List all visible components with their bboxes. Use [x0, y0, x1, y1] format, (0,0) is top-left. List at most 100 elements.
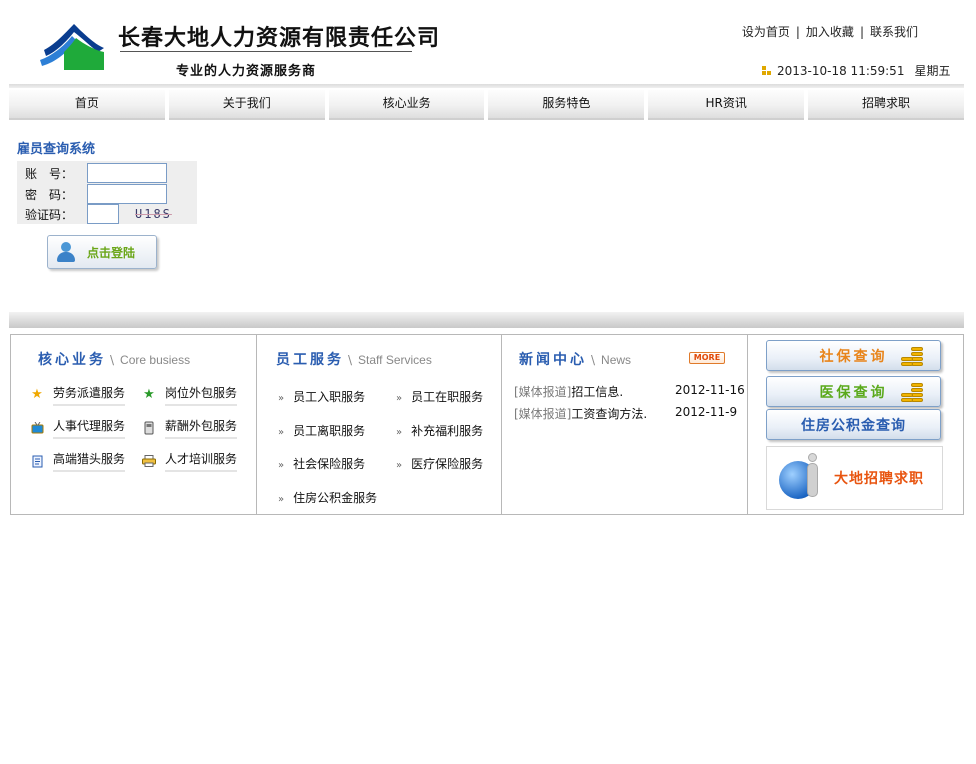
double-chevron-icon: » — [278, 393, 285, 404]
double-chevron-icon: » — [278, 494, 285, 505]
double-chevron-icon: » — [396, 393, 403, 404]
captcha-image[interactable]: U18S — [135, 207, 172, 221]
nav-about-us[interactable]: 关于我们 — [168, 90, 325, 120]
core-item-talent-training[interactable]: 人才培训服务 — [142, 450, 238, 472]
staff-item-housing-fund[interactable]: » 住房公积金服务 — [278, 489, 377, 506]
quick-links-panel: 社保查询 医保查询 住房公积金查询 大地招聘求职 — [748, 335, 963, 514]
nav-core-business[interactable]: 核心业务 — [328, 90, 485, 120]
staff-services-panel: 员工服务 \ Staff Services » 员工入职服务 » 员工在职服务 » 员… — [257, 335, 502, 514]
housing-fund-query-button[interactable]: 住房公积金查询 — [766, 409, 941, 440]
news-date: 2012-11-16 — [675, 383, 745, 397]
staff-services-subtitle: Staff Services — [358, 353, 432, 367]
news-title-link[interactable]: 工资查询方法. — [571, 405, 647, 422]
housing-fund-query-label: 住房公积金查询 — [801, 417, 906, 434]
core-business-title: 核心业务 — [38, 352, 106, 368]
password-label: 密 码： — [25, 187, 74, 202]
core-item-salary-outsourcing[interactable]: 薪酬外包服务 — [142, 417, 238, 439]
section-divider — [9, 312, 964, 328]
set-homepage-link[interactable]: 设为首页 — [742, 25, 790, 39]
core-item-label: 人才培训服务 — [165, 450, 238, 472]
heading-slash: \ — [348, 353, 353, 367]
staff-services-title: 员工服务 — [276, 352, 344, 368]
news-panel: 新闻中心 \ News MORE [媒体报道] 招工信息. 2012-11-16… — [502, 335, 748, 514]
login-button-label: 点击登陆 — [87, 245, 136, 260]
staff-item-label: 补充福利服务 — [411, 424, 484, 438]
account-input[interactable] — [87, 163, 167, 183]
company-name: 长春大地人力资源有限责任公司 — [118, 26, 441, 51]
password-input[interactable] — [87, 184, 167, 204]
company-logo — [40, 24, 104, 70]
nav-home[interactable]: 首页 — [9, 90, 165, 120]
staff-item-medical-insurance[interactable]: » 医疗保险服务 — [396, 455, 483, 472]
star-icon: ★ — [31, 387, 43, 402]
account-label: 账 号： — [25, 166, 74, 181]
header-rule — [9, 84, 964, 88]
medical-insurance-query-label: 医保查询 — [819, 384, 888, 401]
core-item-job-outsourcing[interactable]: ★ 岗位外包服务 — [142, 384, 238, 406]
tv-icon — [30, 421, 44, 435]
core-business-panel: 核心业务 \ Core busiess ★ 劳务派遣服务 ★ 岗位外包服务 人事… — [11, 335, 257, 514]
info-panels: 核心业务 \ Core busiess ★ 劳务派遣服务 ★ 岗位外包服务 人事… — [10, 334, 964, 515]
login-form: 账 号： 密 码： 验证码： U18S — [17, 161, 197, 224]
password-row: 密 码： — [25, 184, 167, 204]
contact-us-link[interactable]: 联系我们 — [870, 25, 918, 39]
nav-recruitment[interactable]: 招聘求职 — [808, 90, 964, 120]
account-row: 账 号： — [25, 163, 167, 183]
nav-service-features[interactable]: 服务特色 — [488, 90, 645, 120]
core-item-personnel-agency[interactable]: 人事代理服务 — [30, 417, 126, 439]
core-item-label: 薪酬外包服务 — [165, 417, 238, 439]
login-button[interactable]: 点击登陆 — [47, 235, 157, 269]
core-business-heading: 核心业务 \ Core busiess — [38, 349, 190, 369]
staff-item-on-job[interactable]: » 员工在职服务 — [396, 388, 483, 405]
news-tag: [媒体报道] — [514, 385, 572, 399]
staff-item-supplementary-welfare[interactable]: » 补充福利服务 — [396, 422, 483, 439]
double-chevron-icon: » — [396, 427, 403, 438]
core-item-labor-dispatch[interactable]: ★ 劳务派遣服务 — [30, 384, 126, 406]
social-security-query-label: 社保查询 — [819, 348, 888, 365]
person-figure-icon — [805, 453, 819, 499]
core-business-subtitle: Core busiess — [120, 353, 191, 367]
core-item-label: 高端猎头服务 — [53, 450, 126, 472]
news-title-link[interactable]: 招工信息. — [571, 383, 623, 400]
nav-hr-news[interactable]: HR资讯 — [648, 90, 805, 120]
staff-item-label: 员工离职服务 — [293, 424, 366, 438]
news-item: [媒体报道] 工资查询方法. 2012-11-9 — [514, 405, 737, 422]
staff-item-onboarding[interactable]: » 员工入职服务 — [278, 388, 365, 405]
news-heading: 新闻中心 \ News — [519, 349, 631, 369]
current-weekday: 星期五 — [914, 64, 951, 78]
captcha-input[interactable] — [87, 204, 119, 224]
social-security-query-button[interactable]: 社保查询 — [766, 340, 941, 371]
news-more-button[interactable]: MORE — [689, 352, 725, 364]
news-tag: [媒体报道] — [514, 407, 572, 421]
company-slogan: 专业的人力资源服务商 — [176, 64, 317, 79]
staff-services-heading: 员工服务 \ Staff Services — [276, 349, 432, 369]
staff-item-label: 员工入职服务 — [293, 390, 366, 404]
staff-item-resignation[interactable]: » 员工离职服务 — [278, 422, 365, 439]
phone-icon — [142, 421, 156, 435]
core-item-headhunting[interactable]: 高端猎头服务 — [30, 450, 126, 472]
captcha-row: 验证码： U18S — [25, 204, 172, 224]
green-star-icon: ★ — [143, 387, 155, 402]
heading-slash: \ — [591, 353, 596, 367]
main-nav: 首页 关于我们 核心业务 服务特色 HR资讯 招聘求职 — [9, 90, 964, 120]
staff-item-label: 社会保险服务 — [293, 457, 366, 471]
recruitment-banner[interactable]: 大地招聘求职 — [766, 446, 943, 510]
date-time-display: 2013-10-18 11:59:51 星期五 — [762, 62, 950, 79]
coins-icon — [899, 344, 925, 368]
staff-item-social-insurance[interactable]: » 社会保险服务 — [278, 455, 365, 472]
news-title: 新闻中心 — [519, 352, 587, 368]
core-item-label: 劳务派遣服务 — [53, 384, 126, 406]
document-icon — [30, 454, 44, 468]
link-separator: | — [795, 25, 800, 39]
printer-icon — [142, 454, 156, 468]
title-underline — [120, 51, 412, 52]
clock-icon — [762, 65, 772, 76]
medical-insurance-query-button[interactable]: 医保查询 — [766, 376, 941, 407]
add-favorite-link[interactable]: 加入收藏 — [806, 25, 854, 39]
news-item: [媒体报道] 招工信息. 2012-11-16 — [514, 383, 745, 400]
current-date: 2013-10-18 11:59:51 — [777, 63, 905, 78]
user-icon — [55, 240, 77, 264]
core-item-label: 岗位外包服务 — [165, 384, 238, 406]
heading-slash: \ — [110, 353, 115, 367]
double-chevron-icon: » — [396, 460, 403, 471]
